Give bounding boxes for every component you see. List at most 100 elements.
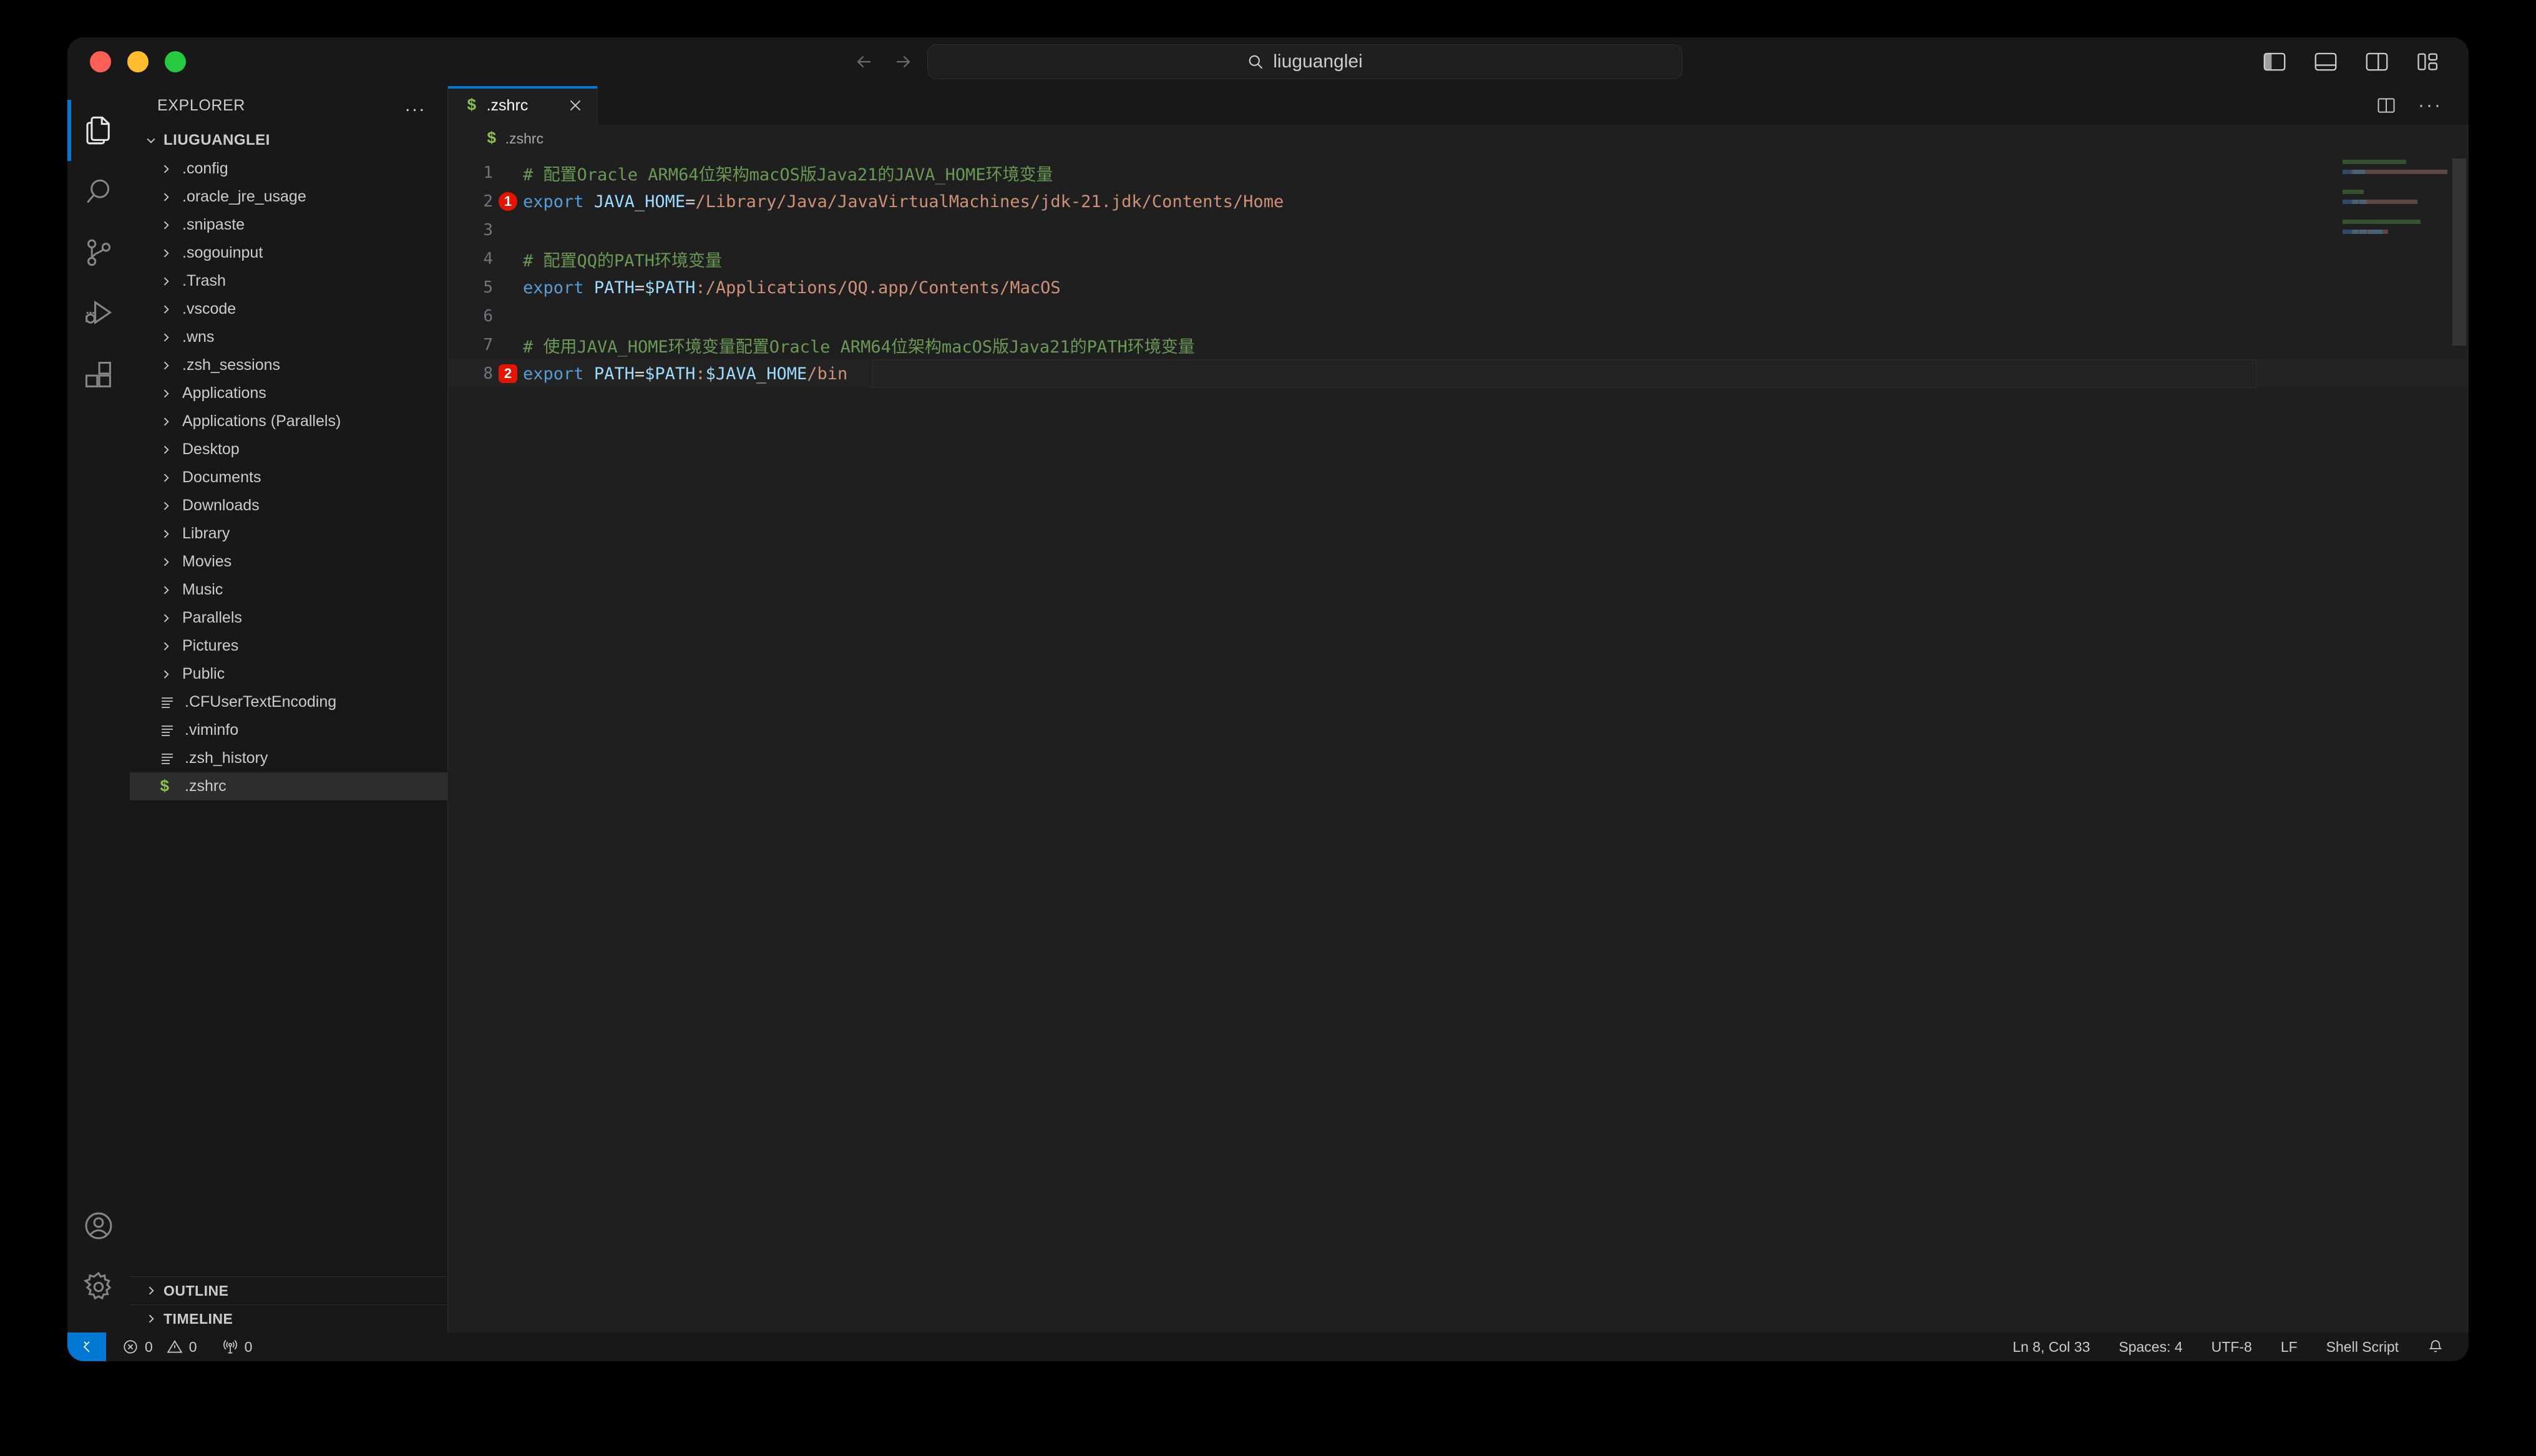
tree-item-library[interactable]: Library — [130, 520, 447, 548]
split-editor-icon[interactable] — [2377, 97, 2396, 114]
files-icon — [86, 116, 110, 145]
chevron-right-icon — [145, 1284, 163, 1297]
problems-status[interactable]: 0 0 — [122, 1339, 197, 1356]
toggle-panel-icon[interactable] — [2314, 51, 2338, 72]
chevron-right-icon — [160, 640, 178, 653]
tree-item-label: .vscode — [182, 300, 237, 318]
tree-item-oracle-jre-usage[interactable]: .oracle_jre_usage — [130, 183, 447, 211]
explorer-actions-menu[interactable]: ... — [405, 96, 426, 115]
minimap-line — [2343, 230, 2388, 234]
code-line-7[interactable]: 7 # 使用JAVA_HOME环境变量配置Oracle ARM64位架构macOS… — [448, 331, 2469, 359]
tree-item-label: .snipaste — [182, 216, 245, 233]
sidebar-item-extensions[interactable] — [67, 344, 130, 405]
tree-item-label: .zsh_history — [185, 749, 268, 767]
account-button[interactable] — [67, 1195, 130, 1256]
tree-item-movies[interactable]: Movies — [130, 548, 447, 576]
line-number: 1 — [483, 163, 493, 182]
line-number: 7 — [483, 336, 493, 354]
tree-item-downloads[interactable]: Downloads — [130, 492, 447, 520]
tree-item-zsh-sessions[interactable]: .zsh_sessions — [130, 351, 447, 379]
close-icon[interactable] — [567, 97, 583, 114]
tree-item-parallels[interactable]: Parallels — [130, 604, 447, 632]
tree-item-documents[interactable]: Documents — [130, 463, 447, 492]
ports-status[interactable]: 0 — [222, 1339, 252, 1356]
back-arrow-icon[interactable] — [854, 51, 875, 72]
chevron-right-icon — [160, 472, 178, 484]
tree-item-config[interactable]: .config — [130, 155, 447, 183]
more-actions-icon[interactable]: ··· — [2418, 96, 2442, 115]
tree-item-applications-parallels[interactable]: Applications (Parallels) — [130, 407, 447, 435]
indentation-status[interactable]: Spaces: 4 — [2119, 1339, 2182, 1356]
code-editor[interactable]: 1 # 配置Oracle ARM64位架构macOS版Java21的JAVA_HO… — [448, 152, 2469, 1332]
search-icon — [1249, 55, 1263, 69]
encoding-status[interactable]: UTF-8 — [2212, 1339, 2252, 1356]
source-control-icon — [87, 239, 111, 266]
chevron-right-icon — [160, 668, 178, 681]
line-content: # 使用JAVA_HOME环境变量配置Oracle ARM64位架构macOS版… — [523, 337, 1195, 357]
tree-item-applications[interactable]: Applications — [130, 379, 447, 407]
sidebar-item-source-control[interactable] — [67, 222, 130, 283]
tree-item-sogouinput[interactable]: .sogouinput — [130, 239, 447, 267]
code-line-3[interactable]: 3 — [448, 216, 2469, 245]
tree-item-pictures[interactable]: Pictures — [130, 632, 447, 660]
sidebar-section-timeline[interactable]: TIMELINE — [130, 1304, 447, 1332]
status-bar: 0 0 0 Ln 8, Col 33 Spaces: 4 UTF-8 LF Sh… — [67, 1332, 2469, 1361]
tree-root-folder[interactable]: LIUGUANGLEI — [130, 126, 447, 155]
code-line-1[interactable]: 1 # 配置Oracle ARM64位架构macOS版Java21的JAVA_HO… — [448, 158, 2469, 187]
maximize-window-button[interactable] — [165, 51, 186, 72]
tree-item-label: Documents — [182, 468, 261, 486]
tree-item-viminfo[interactable]: .viminfo — [130, 716, 447, 744]
breadcrumb-label[interactable]: .zshrc — [505, 130, 544, 147]
gutter-badge[interactable]: 1 — [499, 192, 517, 211]
sidebar-item-run-debug[interactable] — [67, 283, 130, 344]
line-number: 6 — [483, 307, 493, 326]
code-line-4[interactable]: 4 # 配置QQ的PATH环境变量 — [448, 245, 2469, 273]
minimap-line — [2343, 190, 2364, 194]
line-number: 8 — [483, 364, 493, 383]
warning-count: 0 — [188, 1338, 197, 1355]
line-content: export JAVA_HOME=/Library/Java/JavaVirtu… — [523, 192, 1284, 211]
toggle-secondary-sidebar-icon[interactable] — [2365, 51, 2389, 72]
tree-item-desktop[interactable]: Desktop — [130, 435, 447, 463]
workbench-body: EXPLORER ... LIUGUANGLEI .config .oracle_… — [67, 86, 2469, 1332]
forward-arrow-icon[interactable] — [892, 51, 914, 72]
command-center[interactable]: liuguanglei — [927, 44, 1682, 79]
toggle-primary-sidebar-icon[interactable] — [2263, 51, 2286, 72]
search-icon — [87, 179, 110, 203]
tree-item-vscode[interactable]: .vscode — [130, 295, 447, 323]
vscode-window: liuguanglei EXPLORER ... LIUGUANGLEI .co… — [67, 37, 2469, 1361]
error-count: 0 — [145, 1338, 153, 1355]
code-line-5[interactable]: 5 export PATH=$PATH:/Applications/QQ.app/… — [448, 273, 2469, 302]
tab-zshrc[interactable]: $ .zshrc — [448, 86, 598, 125]
bell-icon[interactable] — [2427, 1339, 2444, 1355]
language-mode[interactable]: Shell Script — [2326, 1339, 2399, 1356]
code-line-8[interactable]: 8 2 export PATH=$PATH:$JAVA_HOME/bin — [448, 359, 2469, 388]
tree-item-public[interactable]: Public — [130, 660, 447, 688]
gutter-badge[interactable]: 2 — [499, 364, 517, 383]
close-window-button[interactable] — [90, 51, 111, 72]
tree-item-zsh-history[interactable]: .zsh_history — [130, 744, 447, 772]
sidebar-item-explorer[interactable] — [67, 100, 130, 161]
sidebar-item-search[interactable] — [67, 161, 130, 222]
customize-layout-icon[interactable] — [2416, 51, 2440, 72]
editor-scrollbar[interactable] — [2452, 158, 2466, 346]
code-line-2[interactable]: 2 1 export JAVA_HOME=/Library/Java/JavaVir… — [448, 187, 2469, 216]
eol-status[interactable]: LF — [2281, 1339, 2298, 1356]
title-bar: liuguanglei — [67, 37, 2469, 86]
minimap[interactable] — [2343, 160, 2447, 241]
tree-item-cfusertextencoding[interactable]: .CFUserTextEncoding — [130, 688, 447, 716]
minimap-line — [2343, 220, 2421, 224]
remote-window-button[interactable] — [67, 1332, 106, 1361]
line-number: 3 — [483, 221, 493, 240]
tree-item-snipaste[interactable]: .snipaste — [130, 211, 447, 239]
tree-item-wns[interactable]: .wns — [130, 323, 447, 351]
settings-button[interactable] — [67, 1256, 130, 1318]
cursor-position[interactable]: Ln 8, Col 33 — [2012, 1339, 2090, 1356]
tree-item-music[interactable]: Music — [130, 576, 447, 604]
minimize-window-button[interactable] — [127, 51, 149, 72]
chevron-right-icon — [160, 500, 178, 512]
code-line-6[interactable]: 6 — [448, 302, 2469, 331]
tree-item-trash[interactable]: .Trash — [130, 267, 447, 295]
tree-item-zshrc[interactable]: $ .zshrc — [130, 772, 447, 800]
sidebar-section-outline[interactable]: OUTLINE — [130, 1276, 447, 1304]
